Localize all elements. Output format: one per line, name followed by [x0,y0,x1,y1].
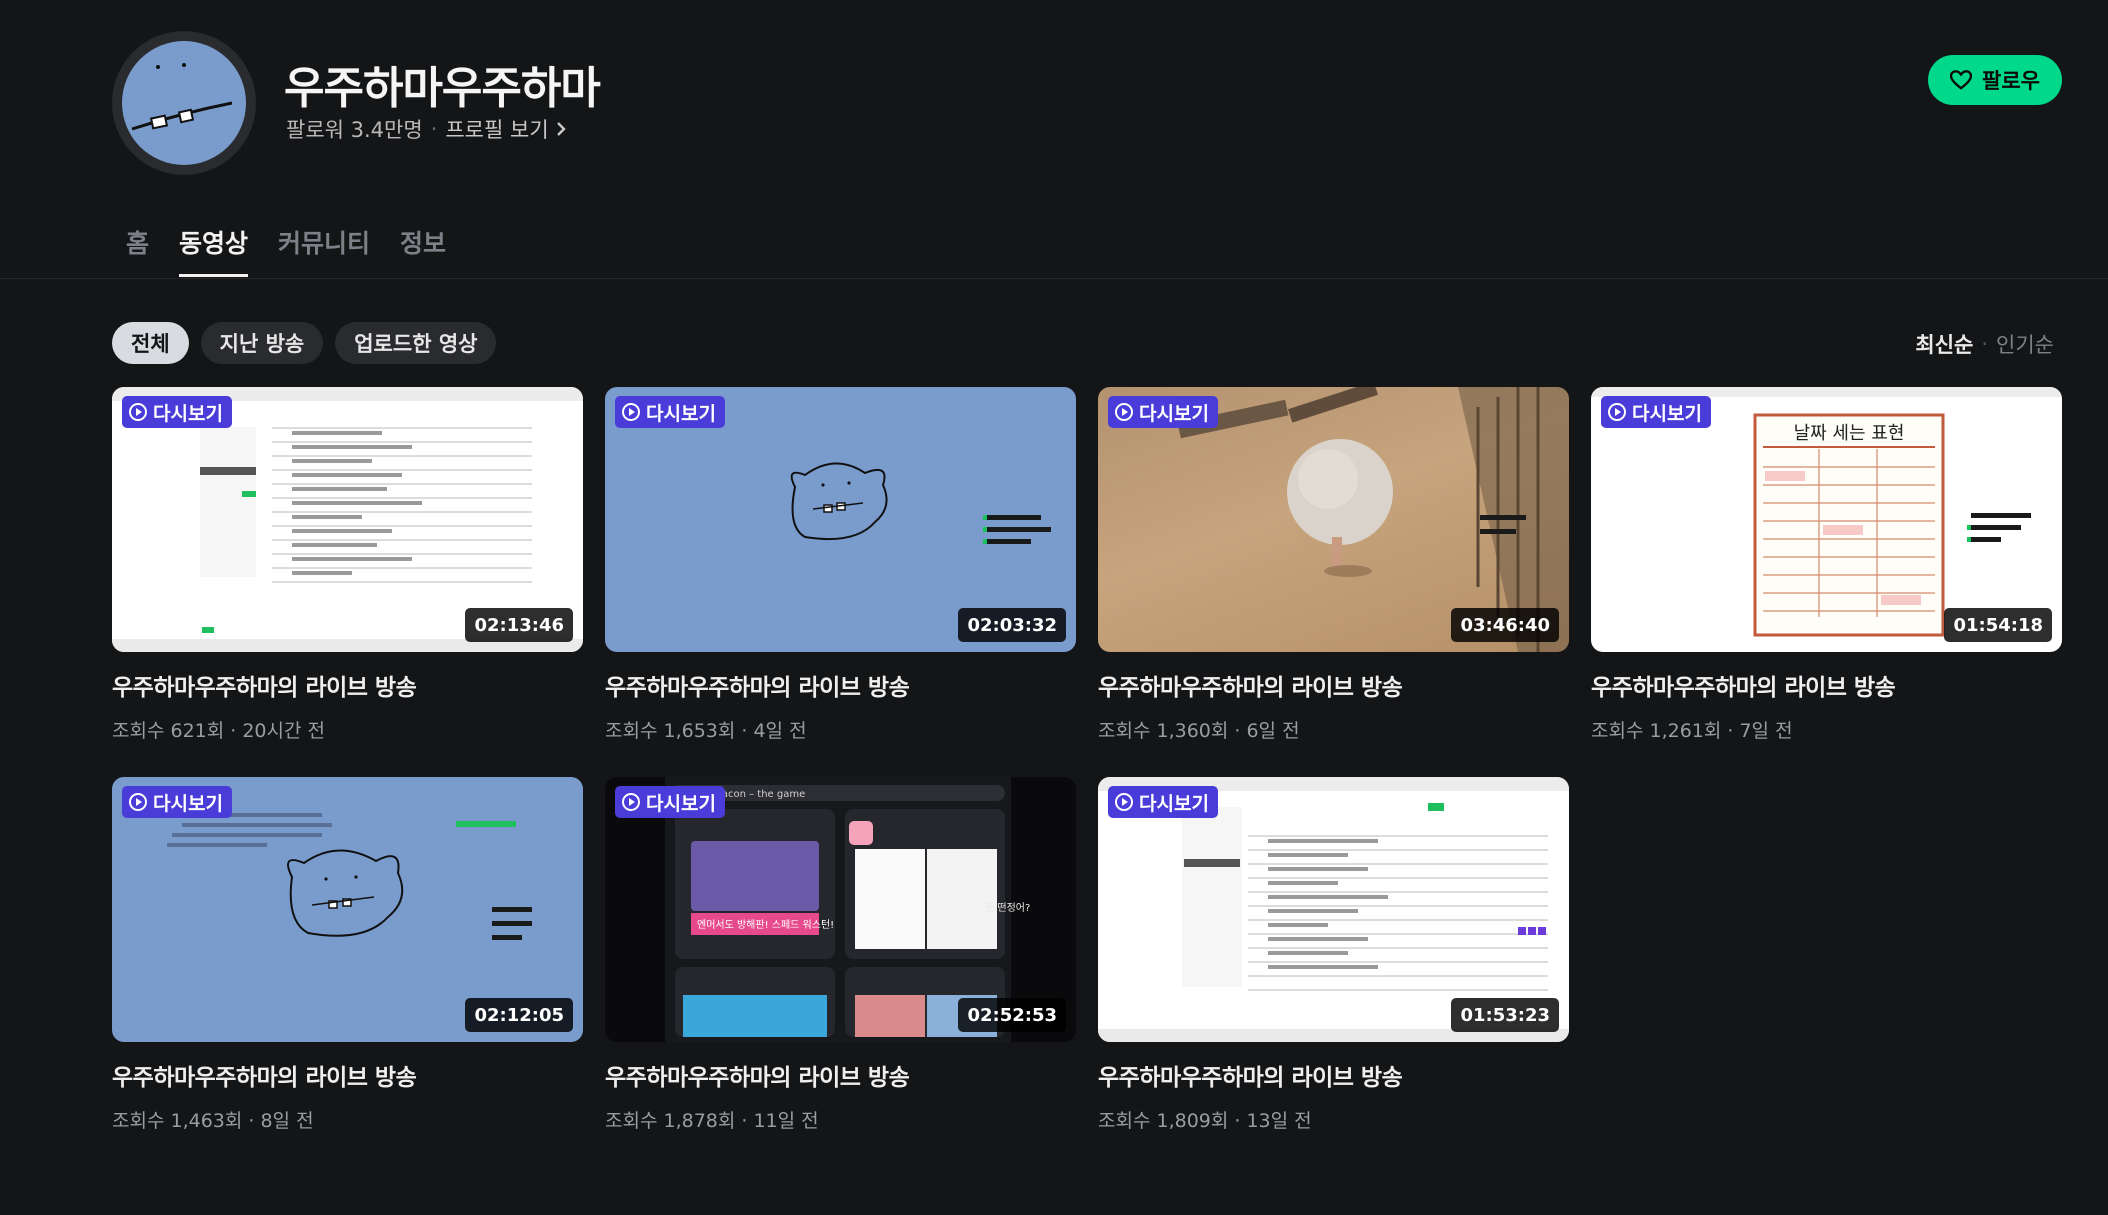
tab-divider [0,278,2108,279]
video-card: 다시보기 01:53:23 우주하마우주하마의 라이브 방송 조회수 1,809… [1098,777,1569,1133]
video-duration: 02:03:32 [958,608,1066,642]
video-title[interactable]: 우주하마우주하마의 라이브 방송 [1591,668,2062,702]
video-title[interactable]: 우주하마우주하마의 라이브 방송 [605,1058,1076,1092]
video-title[interactable]: 우주하마우주하마의 라이브 방송 [112,1058,583,1092]
replay-badge-label: 다시보기 [153,792,223,815]
replay-badge-label: 다시보기 [1139,402,1209,425]
replay-badge: 다시보기 [122,786,232,818]
replay-badge: 다시보기 [1601,396,1711,428]
sort-popular[interactable]: 인기순 [1996,329,2054,359]
heart-icon [1950,70,1973,90]
video-meta: 조회수 1,809회 · 13일 전 [1098,1110,1312,1132]
video-title[interactable]: 우주하마우주하마의 라이브 방송 [1098,668,1569,702]
replay-badge: 다시보기 [615,396,725,428]
replay-badge: 다시보기 [122,396,232,428]
video-duration: 02:12:05 [465,998,573,1032]
tab-community[interactable]: 커뮤니티 [278,224,370,277]
follower-count: 팔로워 3.4만명 [286,118,423,142]
video-thumbnail[interactable]: 다시보기 02:13:46 [112,387,583,652]
replay-badge-label: 다시보기 [153,402,223,425]
video-card: 다시보기 02:03:32 우주하마우주하마의 라이브 방송 조회수 1,653… [605,387,1076,743]
video-title[interactable]: 우주하마우주하마의 라이브 방송 [1098,1058,1569,1092]
video-thumbnail[interactable]: 다시보기 02:12:05 [112,777,583,1042]
video-meta: 조회수 1,261회 · 7일 전 [1591,720,1793,742]
play-circle-icon [622,403,640,421]
play-circle-icon [129,403,147,421]
video-grid: 다시보기 02:13:46 우주하마우주하마의 라이브 방송 조회수 621회 … [112,387,2062,1133]
video-duration: 01:53:23 [1451,998,1559,1032]
video-card: 다시보기 03:46:40 우주하마우주하마의 라이브 방송 조회수 1,360… [1098,387,1569,743]
sort-latest[interactable]: 최신순 [1915,329,1973,359]
sort-separator: · [1981,332,1989,356]
replay-badge: 다시보기 [615,786,725,818]
follow-label: 팔로우 [1982,69,2040,93]
play-circle-icon [1115,793,1133,811]
game-banner-text: 엔머서도 방해판! 스페드 워스턴! [697,918,834,931]
filter-past-broadcasts[interactable]: 지난 방송 [200,322,324,364]
chat-line: 존 떤정어? [985,902,1030,914]
video-thumbnail[interactable]: 다시보기 02:03:32 [605,387,1076,652]
replay-badge-label: 다시보기 [1632,402,1702,425]
play-circle-icon [129,793,147,811]
video-duration: 01:54:18 [1944,608,2052,642]
video-meta: 조회수 1,360회 · 6일 전 [1098,720,1300,742]
video-title[interactable]: 우주하마우주하마의 라이브 방송 [605,668,1076,702]
video-card: Bacon – the game 엔머서도 방해판! 스페드 워스턴! 존 떤정… [605,777,1076,1133]
video-duration: 02:13:46 [465,608,573,642]
filter-uploads[interactable]: 업로드한 영상 [335,322,497,364]
video-meta: 조회수 621회 · 20시간 전 [112,720,326,742]
profile-link-label: 프로필 보기 [445,118,549,142]
channel-meta: 팔로워 3.4만명 · 프로필 보기 [286,114,567,144]
replay-badge-label: 다시보기 [646,402,716,425]
replay-badge-label: 다시보기 [646,792,716,815]
channel-tabs: 홈 동영상 커뮤니티 정보 [126,224,446,277]
video-duration: 02:52:53 [958,998,1066,1032]
channel-avatar[interactable] [112,31,256,175]
video-thumbnail[interactable]: 날짜 세는 표현 다시보기 01:54:18 [1591,387,2062,652]
sort-options: 최신순 · 인기순 [1915,329,2054,359]
replay-badge: 다시보기 [1108,396,1218,428]
profile-link[interactable]: 프로필 보기 [445,114,566,144]
video-title[interactable]: 우주하마우주하마의 라이브 방송 [112,668,583,702]
channel-name: 우주하마우주하마 [284,63,601,114]
filter-all[interactable]: 전체 [112,322,189,364]
video-meta: 조회수 1,653회 · 4일 전 [605,720,807,742]
play-circle-icon [622,793,640,811]
video-duration: 03:46:40 [1451,608,1559,642]
video-card: 다시보기 02:12:05 우주하마우주하마의 라이브 방송 조회수 1,463… [112,777,583,1133]
meta-separator: · [430,117,438,141]
replay-badge: 다시보기 [1108,786,1218,818]
video-filters: 전체 지난 방송 업로드한 영상 [112,322,497,364]
chevron-right-icon [556,122,566,136]
video-thumbnail[interactable]: 다시보기 03:46:40 [1098,387,1569,652]
play-circle-icon [1115,403,1133,421]
video-meta: 조회수 1,463회 · 8일 전 [112,1110,314,1132]
replay-badge-label: 다시보기 [1139,792,1209,815]
tab-info[interactable]: 정보 [400,224,446,277]
video-card: 날짜 세는 표현 다시보기 01:54:18 우주하마우주하마의 라이브 방송 … [1591,387,2062,743]
play-circle-icon [1608,403,1626,421]
follow-button[interactable]: 팔로우 [1928,55,2062,105]
video-thumbnail[interactable]: Bacon – the game 엔머서도 방해판! 스페드 워스턴! 존 떤정… [605,777,1076,1042]
video-meta: 조회수 1,878회 · 11일 전 [605,1110,819,1132]
game-search-text: Bacon – the game [715,789,805,800]
tab-home[interactable]: 홈 [126,224,149,277]
tab-videos[interactable]: 동영상 [179,224,249,277]
calendar-title: 날짜 세는 표현 [1794,423,1905,444]
video-card: 다시보기 02:13:46 우주하마우주하마의 라이브 방송 조회수 621회 … [112,387,583,743]
video-thumbnail[interactable]: 다시보기 01:53:23 [1098,777,1569,1042]
hippo-avatar-image [122,41,246,165]
